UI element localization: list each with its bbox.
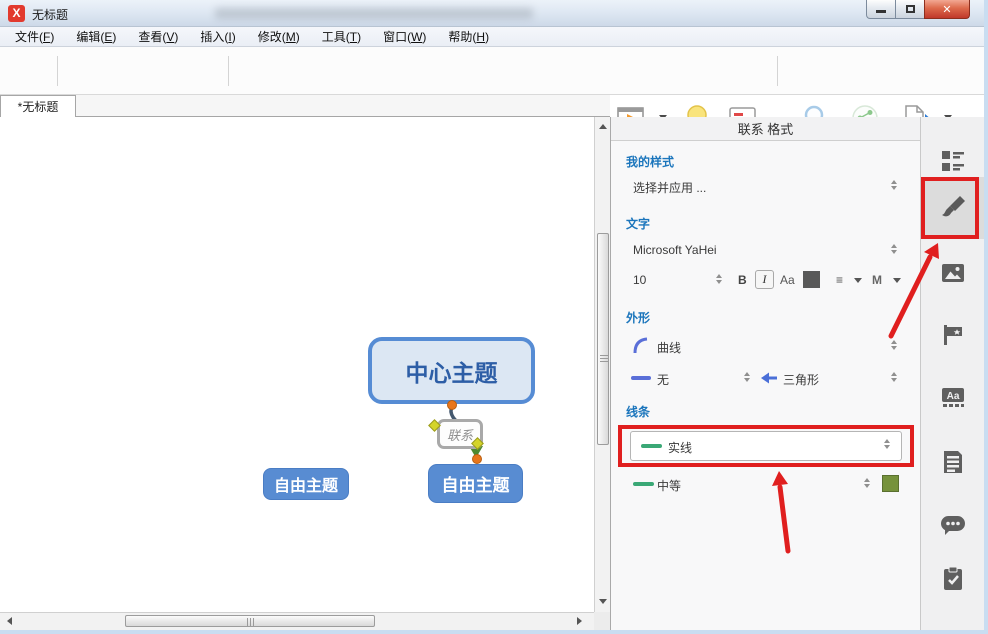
line-shape-row[interactable]: 曲线 [611,337,920,357]
line-section-label: 线条 [626,403,650,420]
scroll-up-button[interactable] [595,119,611,133]
image-icon [941,261,965,285]
vertical-scroll-thumb[interactable] [597,233,609,445]
italic-button[interactable]: I [755,270,774,289]
scroll-right-icon [577,617,582,625]
spinner-icon[interactable] [716,274,722,284]
spinner-icon[interactable] [891,244,897,254]
metric-button[interactable]: M [872,273,882,287]
font-size-value[interactable]: 10 [633,273,646,287]
horizontal-scrollbar[interactable] [0,612,594,630]
arrow-ends-row[interactable]: 无 三角形 [611,369,920,389]
line-start-value[interactable]: 无 [657,371,669,388]
line-style-value[interactable]: 实线 [668,439,692,456]
metric-caret-icon[interactable] [893,278,901,283]
arrow-left-icon [761,372,778,384]
relationship-endpoint-icon[interactable] [447,400,457,410]
bold-button[interactable]: B [738,273,747,287]
vertical-scrollbar[interactable] [594,117,610,612]
font-family-row[interactable]: Microsoft YaHei [611,241,920,261]
maximize-button[interactable] [895,0,925,19]
horizontal-scroll-thumb[interactable] [125,615,375,627]
spinner-icon[interactable] [884,439,890,449]
spinner-icon[interactable] [864,478,870,488]
style-picker-value[interactable]: 选择并应用 ... [633,179,706,196]
sidebar-item-notes[interactable] [921,434,985,490]
spinner-icon[interactable] [891,340,897,350]
scroll-right-button[interactable] [572,613,586,629]
font-color-swatch[interactable] [803,271,820,288]
sidebar-item-marker[interactable] [921,307,985,363]
spinner-icon[interactable] [744,372,750,382]
arrow-type-value[interactable]: 三角形 [783,371,819,388]
label-aa-icon: Aa [941,385,965,409]
style-picker-row[interactable]: 选择并应用 ... [611,177,920,197]
panel-title: 联系 格式 [611,117,920,141]
scrollbar-corner [594,612,610,630]
scroll-up-icon [599,124,607,129]
sidebar-item-task[interactable] [921,551,985,607]
flag-icon [941,323,965,347]
relationship-line [0,0,594,612]
spinner-icon[interactable] [891,180,897,190]
central-topic-node[interactable]: 中心主题 [368,337,535,404]
task-clipboard-icon [941,566,965,592]
line-weight-row[interactable]: 中等 [611,475,920,495]
case-button[interactable]: Aa [780,273,795,287]
format-brush-icon [940,195,966,221]
line-start-icon [631,376,651,380]
scroll-left-icon [7,617,12,625]
line-shape-value[interactable]: 曲线 [657,339,681,356]
font-family-value[interactable]: Microsoft YaHei [633,243,717,257]
minimize-icon [876,10,886,13]
line-weight-value[interactable]: 中等 [657,477,681,494]
spinner-icon[interactable] [891,372,897,382]
sidebar-item-comment[interactable] [921,498,985,554]
svg-text:Aa: Aa [947,391,960,402]
weight-line-icon [633,482,654,486]
solid-line-icon [641,444,662,448]
align-caret-icon[interactable] [854,278,862,283]
scroll-down-button[interactable] [595,594,611,608]
notes-icon [941,450,965,474]
align-icon[interactable]: ≡ [836,273,843,287]
maximize-icon [906,5,915,13]
comment-icon [940,514,966,538]
app-window: X 无标题 ✕ 文件(F) 编辑(E) 查看(V) 插入(I) 修改(M) 工具… [0,0,988,634]
format-panel: 联系 格式 我的样式 选择并应用 ... 文字 Microsoft YaHei … [610,117,920,630]
right-sidebar: Aa [920,117,984,630]
outline-icon [941,149,965,173]
sidebar-item-format[interactable] [921,177,985,239]
line-color-swatch[interactable] [882,475,899,492]
curve-icon [631,337,651,355]
close-button[interactable]: ✕ [924,0,970,19]
floating-topic-right[interactable]: 自由主题 [428,464,523,503]
relationship-endpoint-icon[interactable] [472,454,482,464]
toolbar-separator [777,56,778,86]
thumb-grip-icon [247,618,255,626]
scroll-left-button[interactable] [2,613,16,629]
sidebar-item-label[interactable]: Aa [921,369,985,425]
floating-topic-left[interactable]: 自由主题 [263,468,349,500]
sidebar-item-image[interactable] [921,245,985,301]
minimize-button[interactable] [866,0,896,19]
my-styles-label: 我的样式 [626,153,674,170]
text-section-label: 文字 [626,215,650,232]
shape-section-label: 外形 [626,309,650,326]
line-style-field[interactable]: 实线 [630,431,902,461]
font-style-row: 10 B I Aa ≡ M [611,271,920,291]
close-icon: ✕ [942,3,951,16]
thumb-grip-icon [600,354,608,362]
scroll-down-icon [599,599,607,604]
